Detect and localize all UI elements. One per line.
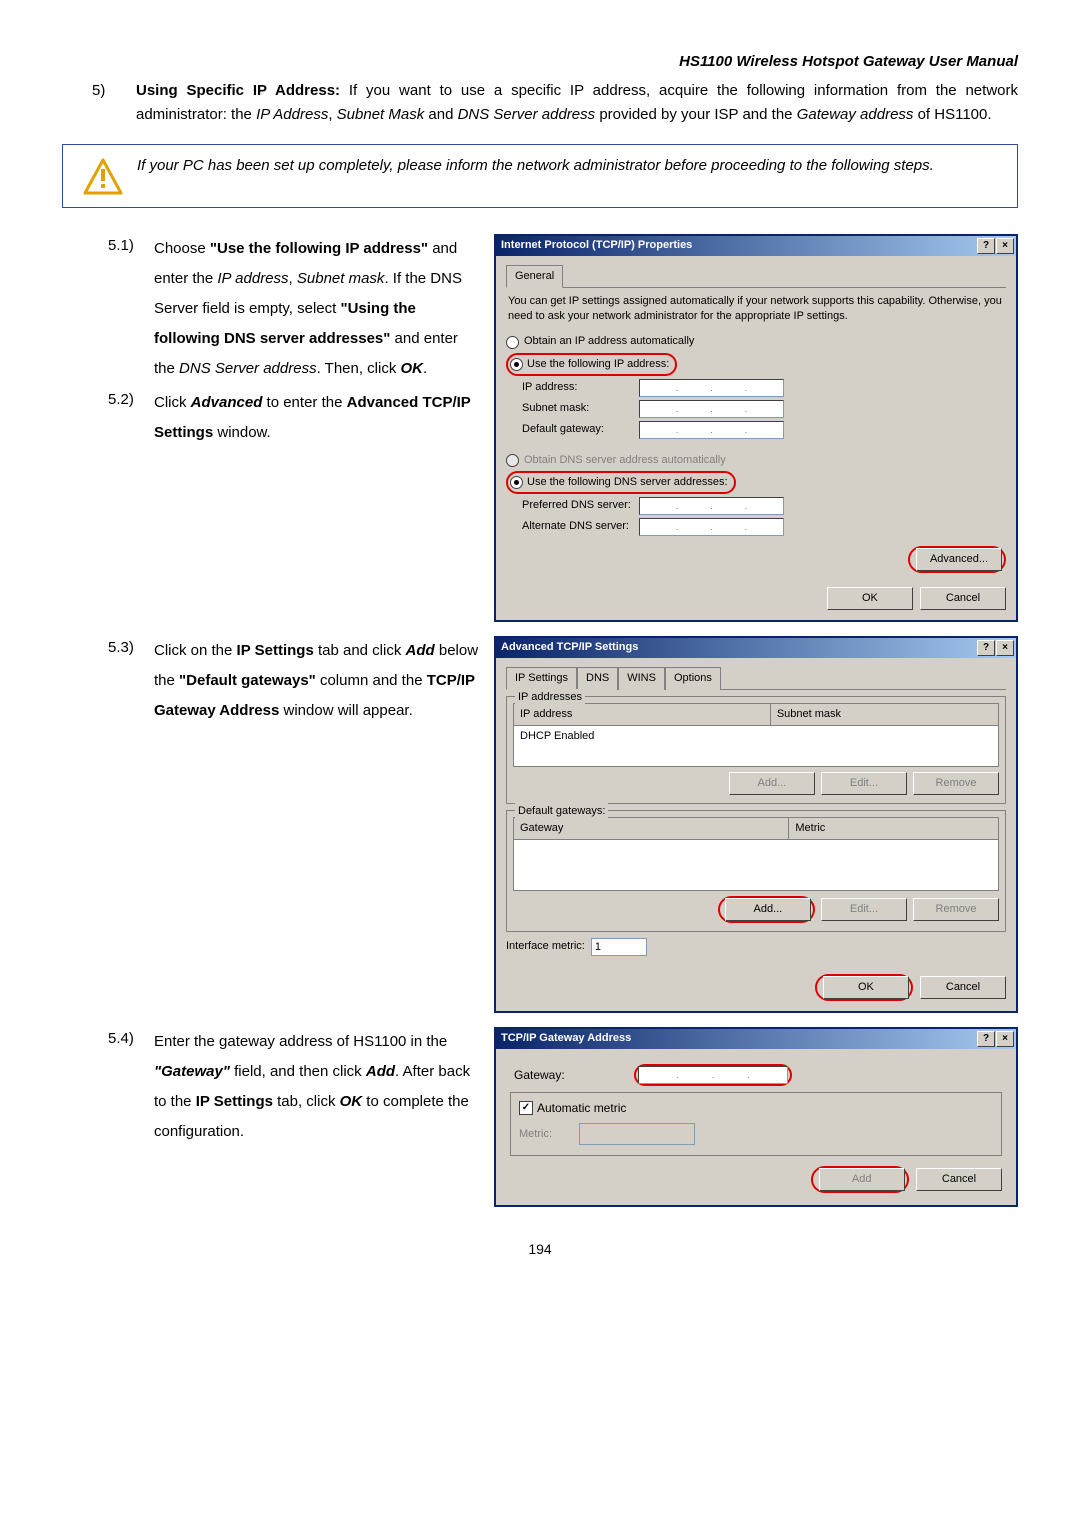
check-icon: ✓ [519, 1101, 533, 1115]
warning-box: If your PC has been set up completely, p… [62, 144, 1018, 208]
radio-use-dns[interactable]: Use the following DNS server addresses: [506, 471, 1006, 494]
dialog2-titlebar: Advanced TCP/IP Settings ? × [496, 638, 1016, 658]
gw-edit-button: Edit... [821, 898, 907, 921]
substep-5-3: 5.3) Click on the IP Settings tab and cl… [62, 636, 482, 726]
ip-addresses-table: IP addressSubnet mask DHCP Enabled [513, 703, 999, 767]
warning-icon [83, 157, 123, 197]
ok-button[interactable]: OK [827, 587, 913, 610]
radio-use-ip[interactable]: Use the following IP address: [506, 353, 1006, 376]
table-row [514, 839, 999, 890]
warning-text: If your PC has been set up completely, p… [137, 153, 934, 197]
gateway-field[interactable]: Gateway: ... [514, 1064, 1002, 1086]
step5-text: Using Specific IP Address: If you want t… [136, 79, 1018, 126]
ip-input[interactable]: ... [639, 379, 784, 397]
dialog1-titlebar: Internet Protocol (TCP/IP) Properties ? … [496, 236, 1016, 256]
radio-icon [506, 454, 519, 467]
substep-5-4: 5.4) Enter the gateway address of HS1100… [62, 1027, 482, 1147]
step-5: 5) Using Specific IP Address: If you wan… [92, 79, 1018, 126]
step5-number: 5) [92, 79, 136, 126]
dialog3-cancel-button[interactable]: Cancel [916, 1168, 1002, 1191]
dialog3-close-button[interactable]: × [996, 1031, 1014, 1047]
ip-edit-button: Edit... [821, 772, 907, 795]
substep-5-1: 5.1) Choose "Use the following IP addres… [62, 234, 482, 384]
manual-header: HS1100 Wireless Hotspot Gateway User Man… [62, 50, 1018, 73]
interface-metric-input[interactable] [591, 938, 647, 956]
dialog2-cancel-button[interactable]: Cancel [920, 976, 1006, 999]
cancel-button[interactable]: Cancel [920, 587, 1006, 610]
dialog2-help-button[interactable]: ? [977, 640, 995, 656]
radio-obtain-dns-auto: Obtain DNS server address automatically [506, 452, 1006, 469]
subnet-mask-field[interactable]: Subnet mask:... [522, 400, 1006, 418]
dialog2-ok-button[interactable]: OK [823, 976, 909, 999]
gateway-address-dialog: TCP/IP Gateway Address ? × Gateway: ... … [494, 1027, 1018, 1208]
tab-ip-settings[interactable]: IP Settings [506, 667, 577, 690]
substep-5-2: 5.2) Click Advanced to enter the Advance… [62, 388, 482, 448]
ip-addresses-group: IP addresses IP addressSubnet mask DHCP … [506, 696, 1006, 804]
gateways-table: GatewayMetric [513, 817, 999, 891]
tab-dns[interactable]: DNS [577, 667, 618, 690]
ip-address-field[interactable]: IP address:... [522, 379, 1006, 397]
preferred-dns-input[interactable]: ... [639, 497, 784, 515]
radio-icon [506, 336, 519, 349]
radio-icon [510, 476, 523, 489]
dialog2-close-button[interactable]: × [996, 640, 1014, 656]
dialog1-title: Internet Protocol (TCP/IP) Properties [501, 237, 692, 254]
step5-lead: Using Specific IP Address: [136, 82, 340, 99]
table-row[interactable]: DHCP Enabled [514, 725, 999, 766]
ip-remove-button: Remove [913, 772, 999, 795]
page-number: 194 [62, 1239, 1018, 1261]
dialog2-tabs: IP Settings DNS WINS Options [506, 666, 1006, 690]
dialog1-description: You can get IP settings assigned automat… [508, 294, 1004, 324]
interface-metric: Interface metric: [506, 938, 1006, 956]
dialog2-title: Advanced TCP/IP Settings [501, 639, 638, 656]
ip-add-button: Add... [729, 772, 815, 795]
preferred-dns-field[interactable]: Preferred DNS server:... [522, 497, 1006, 515]
dialog1-close-button[interactable]: × [996, 238, 1014, 254]
dialog3-help-button[interactable]: ? [977, 1031, 995, 1047]
auto-metric-group: ✓ Automatic metric Metric: [510, 1092, 1002, 1157]
tab-general[interactable]: General [506, 265, 563, 288]
default-gateways-group: Default gateways: GatewayMetric Add... E… [506, 810, 1006, 932]
alternate-dns-input[interactable]: ... [639, 518, 784, 536]
gw-remove-button: Remove [913, 898, 999, 921]
tab-wins[interactable]: WINS [618, 667, 665, 690]
radio-icon [510, 358, 523, 371]
dialog3-title: TCP/IP Gateway Address [501, 1030, 631, 1047]
default-gateway-field[interactable]: Default gateway:... [522, 421, 1006, 439]
automatic-metric-checkbox[interactable]: ✓ Automatic metric [519, 1099, 993, 1118]
tcpip-properties-dialog: Internet Protocol (TCP/IP) Properties ? … [494, 234, 1018, 622]
alternate-dns-field[interactable]: Alternate DNS server:... [522, 518, 1006, 536]
advanced-tcpip-dialog: Advanced TCP/IP Settings ? × IP Settings… [494, 636, 1018, 1013]
metric-field: Metric: [519, 1123, 993, 1145]
advanced-button[interactable]: Advanced... [916, 548, 1002, 571]
radio-obtain-ip-auto[interactable]: Obtain an IP address automatically [506, 333, 1006, 350]
metric-input [579, 1123, 695, 1145]
dialog1-help-button[interactable]: ? [977, 238, 995, 254]
gw-add-button[interactable]: Add... [725, 898, 811, 921]
gateway-ip-input[interactable]: ... [638, 1066, 788, 1084]
gateway-input[interactable]: ... [639, 421, 784, 439]
dialog3-titlebar: TCP/IP Gateway Address ? × [496, 1029, 1016, 1049]
dialog3-add-button[interactable]: Add [819, 1168, 905, 1191]
dialog1-tabs: General [506, 264, 1006, 288]
subnet-mask-input[interactable]: ... [639, 400, 784, 418]
tab-options[interactable]: Options [665, 667, 721, 690]
